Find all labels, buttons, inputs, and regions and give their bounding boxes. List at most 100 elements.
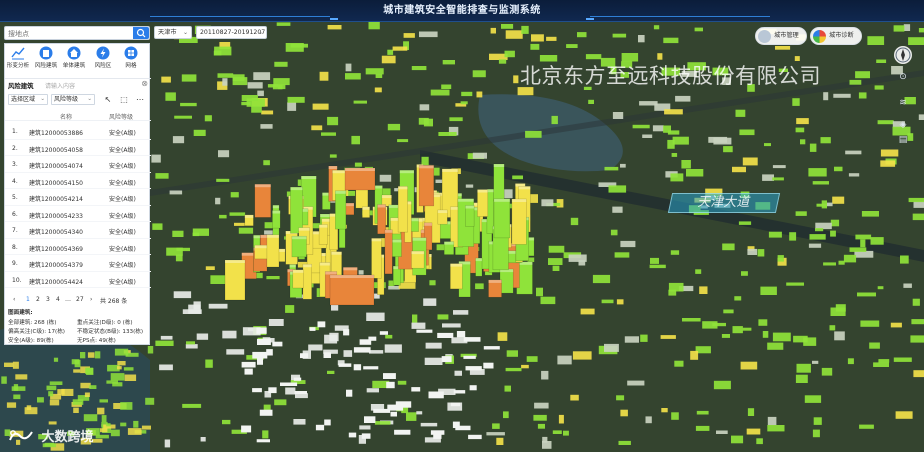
row-name: 建筑12000054058 <box>29 146 83 154</box>
table-header: 名称 风险等级 <box>5 110 151 121</box>
row-name: 建筑12000054214 <box>29 196 83 203</box>
select-box-icon[interactable]: ⬚ <box>119 94 129 105</box>
row-name: 建筑12000054340 <box>29 229 83 236</box>
page-1[interactable]: 1 <box>26 296 30 303</box>
date-range-value: 20110827-20191207 <box>200 29 266 36</box>
row-level: 安全(A级) <box>109 196 136 203</box>
table-row[interactable]: 1. 建筑12000053886 安全(A级) <box>5 123 151 140</box>
delete-icon[interactable]: ▤ <box>896 133 910 147</box>
city-management-button[interactable]: 城市管理 <box>755 27 807 45</box>
table-row[interactable]: 5. 建筑12000054214 安全(A级) <box>5 189 151 206</box>
chevron-down-icon: ⌄ <box>182 29 188 36</box>
stats-header: 图面建筑: <box>8 310 33 316</box>
row-index: 2. <box>12 144 18 152</box>
level-select-value: 风险等级 <box>54 96 79 103</box>
date-range-select[interactable]: 20110827-20191207 ⌄ <box>196 26 267 39</box>
row-name: 建筑12000054233 <box>29 212 83 220</box>
table-row[interactable]: 8. 建筑12000054369 安全(A级) <box>5 239 151 255</box>
row-name: 建筑12000054424 <box>29 278 83 286</box>
title-decor-right <box>590 3 770 17</box>
tool-bar: 形变分析 风险建筑 单体建筑 风险区 网格 <box>5 44 151 72</box>
city-diagnosis-button[interactable]: 城市诊断 <box>810 27 862 45</box>
bolt-icon <box>96 46 110 60</box>
line-chart-icon <box>11 47 25 60</box>
title-bar: 城市建筑安全智能排查与监测系统 <box>0 0 924 22</box>
settings-icon[interactable]: ◈ <box>896 118 910 132</box>
table-row[interactable]: 9. 建筑12000054379 安全(A级) <box>5 255 151 272</box>
city-select[interactable]: 天津市 ⌄ <box>154 26 192 39</box>
region-select-value: 选择区域 <box>11 96 36 103</box>
stat-unstable: 不稳定状态(B级): 133(栋) <box>77 329 144 335</box>
row-level: 安全(A级) <box>109 179 136 187</box>
row-name: 建筑12000053886 <box>29 130 83 137</box>
region-select[interactable]: 选择区域 ⌄ <box>8 94 48 105</box>
page-3[interactable]: 3 <box>46 296 50 303</box>
road-label: 天津大道 <box>667 193 781 213</box>
title-decor-left <box>150 3 330 17</box>
table-row[interactable]: 7. 建筑12000054340 安全(A级) <box>5 222 151 239</box>
chevron-down-icon: ⌄ <box>87 96 92 102</box>
table-row[interactable]: 3. 建筑12000054074 安全(A级) <box>5 156 151 173</box>
next-page-button[interactable]: › <box>90 296 92 303</box>
page-ellipsis: … <box>65 296 71 303</box>
risk-panel-header: 风险建筑 请输入内容 ⊗ <box>5 78 151 90</box>
risk-panel-title: 风险建筑 <box>8 82 34 90</box>
table-row[interactable]: 6. 建筑12000054233 安全(A级) <box>5 206 151 222</box>
title-accent-right <box>586 18 594 20</box>
prev-page-button[interactable]: ‹ <box>13 296 15 303</box>
row-index: 7. <box>12 227 18 234</box>
search-box <box>4 26 150 40</box>
pointer-icon[interactable]: ↖ <box>103 94 113 105</box>
tool-label: 风险建筑 <box>34 63 58 69</box>
tool-label: 网格 <box>125 63 137 69</box>
grid-icon <box>124 46 138 60</box>
layers-icon[interactable]: ≋ <box>896 96 910 110</box>
search-button[interactable] <box>133 27 149 39</box>
app-title: 城市建筑安全智能排查与监测系统 <box>383 5 541 16</box>
total-count: 共 268 条 <box>100 298 128 305</box>
row-name: 建筑12000054369 <box>29 245 83 253</box>
row-index: 1. <box>12 128 18 135</box>
pagination: ‹ 1 2 3 4 … 27 › 共 268 条 <box>5 293 151 305</box>
tool-risk-building[interactable]: 风险建筑 <box>34 46 58 71</box>
tool-label: 形变分析 <box>6 63 30 69</box>
building-list: 1. 建筑12000053886 安全(A级) 2. 建筑12000054058 安全(… <box>5 123 151 288</box>
risk-search-input[interactable]: 请输入内容 <box>45 81 75 90</box>
row-level: 安全(A级) <box>109 146 136 154</box>
table-row[interactable]: 4. 建筑12000054150 安全(A级) <box>5 173 151 189</box>
tool-label: 单体建筑 <box>62 63 86 69</box>
level-select[interactable]: 风险等级 ⌄ <box>51 94 95 105</box>
chevron-down-icon: ⌄ <box>257 29 263 36</box>
row-index: 4. <box>12 177 18 185</box>
tool-single-building[interactable]: 单体建筑 <box>62 46 86 71</box>
row-level: 安全(A级) <box>109 229 136 236</box>
stat-no-ps: 无PS点: 49(栋) <box>77 338 116 344</box>
page-last[interactable]: 27 <box>76 296 84 303</box>
stat-moderate: 偏高关注(C级): 17(栋) <box>8 329 65 335</box>
more-icon[interactable]: ⋯ <box>135 94 145 105</box>
row-level: 安全(A级) <box>109 278 136 286</box>
stat-safe: 安全(A级): 89(栋) <box>8 338 54 344</box>
stat-heavy: 重点关注(D级): 0 (栋) <box>77 320 133 326</box>
brand-logo: 大数跨境 <box>8 426 94 446</box>
page-4[interactable]: 4 <box>56 296 60 303</box>
chevron-down-icon: ⌄ <box>40 96 45 102</box>
watermark: 北京东方至远科技股份有限公司 <box>520 64 821 88</box>
page-2[interactable]: 2 <box>36 296 40 303</box>
search-input[interactable] <box>8 28 133 39</box>
table-row[interactable]: 2. 建筑12000054058 安全(A级) <box>5 140 151 156</box>
tool-deformation[interactable]: 形变分析 <box>6 46 30 71</box>
search-icon <box>136 28 146 38</box>
compass-icon[interactable] <box>894 46 912 64</box>
tool-grid[interactable]: 网格 <box>119 46 143 71</box>
logo-mark-icon <box>9 429 33 440</box>
zoom-icon[interactable]: ⊙ <box>896 70 910 84</box>
tool-risk-zone[interactable]: 风险区 <box>91 46 115 71</box>
close-icon[interactable]: ⊗ <box>141 79 148 88</box>
row-level: 安全(A级) <box>109 130 136 137</box>
city-management-label: 城市管理 <box>774 32 799 39</box>
table-row[interactable]: 10. 建筑12000054424 安全(A级) <box>5 272 151 288</box>
row-name: 建筑12000054074 <box>29 163 83 170</box>
left-panel: 形变分析 风险建筑 单体建筑 风险区 网格 风险建筑 请输入内容 ⊗ 选择区域 … <box>4 43 151 345</box>
row-index: 9. <box>12 260 18 267</box>
